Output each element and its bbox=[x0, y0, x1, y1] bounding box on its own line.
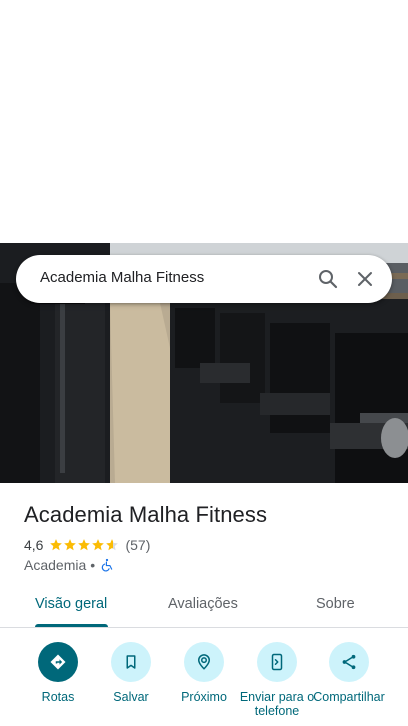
tab-overview[interactable]: Visão geral bbox=[35, 596, 107, 612]
search-icon[interactable] bbox=[316, 267, 340, 291]
bookmark-icon bbox=[111, 642, 151, 682]
send-to-phone-button[interactable]: Enviar para o telefone bbox=[239, 640, 315, 718]
nearby-button[interactable]: Próximo bbox=[166, 640, 242, 704]
directions-label: Rotas bbox=[41, 690, 75, 704]
tab-bar: Visão geral Avaliações Sobre bbox=[0, 586, 408, 628]
nearby-icon bbox=[184, 642, 224, 682]
action-bar: Rotas Salvar Próximo Enviar para o telef… bbox=[0, 640, 408, 726]
separator-dot: • bbox=[90, 557, 96, 573]
directions-icon bbox=[38, 642, 78, 682]
active-tab-indicator bbox=[35, 624, 108, 627]
save-label: Salvar bbox=[113, 690, 149, 704]
rating-row[interactable]: 4,6 (57) bbox=[24, 536, 150, 554]
star-icon bbox=[64, 539, 77, 551]
share-icon bbox=[329, 642, 369, 682]
directions-button[interactable]: Rotas bbox=[20, 640, 96, 704]
share-button[interactable]: Compartilhar bbox=[311, 640, 387, 704]
tab-about[interactable]: Sobre bbox=[316, 596, 355, 612]
star-rating bbox=[49, 538, 119, 552]
send-to-phone-label: Enviar para o telefone bbox=[239, 690, 315, 718]
wheelchair-accessible-icon bbox=[101, 558, 113, 572]
search-bar[interactable]: Academia Malha Fitness bbox=[16, 255, 392, 303]
rating-value: 4,6 bbox=[24, 537, 44, 553]
star-icon bbox=[92, 539, 105, 551]
star-icon bbox=[78, 539, 91, 551]
place-title: Academia Malha Fitness bbox=[24, 502, 268, 527]
tab-reviews[interactable]: Avaliações bbox=[168, 596, 238, 612]
category-row: Academia • bbox=[24, 556, 114, 574]
star-icon bbox=[50, 539, 63, 551]
review-count[interactable]: (57) bbox=[125, 537, 150, 553]
nearby-label: Próximo bbox=[181, 690, 227, 704]
search-input[interactable]: Academia Malha Fitness bbox=[40, 269, 204, 286]
send-to-phone-icon bbox=[257, 642, 297, 682]
save-button[interactable]: Salvar bbox=[93, 640, 169, 704]
place-category: Academia bbox=[24, 557, 87, 573]
close-icon[interactable] bbox=[353, 267, 377, 291]
star-half-icon bbox=[106, 539, 119, 551]
share-label: Compartilhar bbox=[313, 690, 385, 704]
map-area-blank bbox=[0, 0, 408, 243]
